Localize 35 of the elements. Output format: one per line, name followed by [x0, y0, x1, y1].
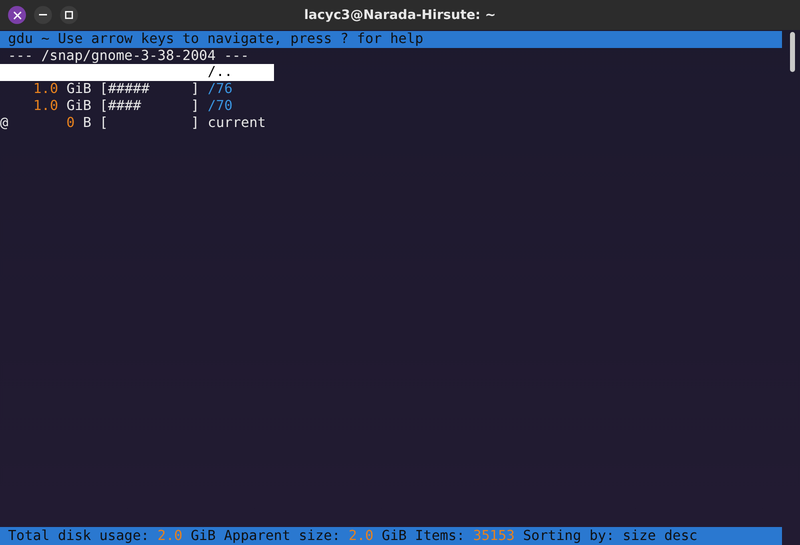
maximize-button[interactable] — [60, 6, 78, 24]
entry-name: /.. — [208, 64, 233, 82]
window-title: lacyc3@Narada-Hirsute: ~ — [304, 8, 496, 22]
minimize-button[interactable] — [34, 6, 52, 24]
file-row[interactable]: 1.0 GiB [##### ] /76 — [0, 81, 274, 98]
status-label: Sorting by: size desc — [523, 528, 698, 544]
file-row[interactable]: 1.0 GiB [#### ] /70 — [0, 98, 274, 115]
size-value: 1.0 — [33, 81, 58, 98]
close-button[interactable] — [8, 6, 26, 24]
scrollbar[interactable] — [790, 32, 795, 72]
file-row[interactable]: /.. — [0, 64, 274, 82]
entry-name: /70 — [208, 98, 233, 115]
size-unit: B — [82, 114, 92, 132]
usage-bar-text: [ ] — [100, 114, 200, 131]
status-label: GiB Apparent size: — [190, 528, 340, 544]
status-value: 2.0 — [348, 528, 374, 544]
close-icon — [12, 10, 22, 20]
current-path: --- /snap/gnome-3-38-2004 --- — [8, 48, 249, 64]
file-row[interactable]: @ 0 B [ ] current — [0, 114, 274, 132]
size-value: 1.0 — [33, 98, 58, 115]
size-unit: GiB — [65, 81, 92, 98]
status-value: 35153 — [473, 528, 515, 544]
usage-bar-text: [#### ] — [100, 98, 200, 114]
size-value: 0 — [66, 114, 75, 132]
entry-name: /76 — [208, 81, 233, 98]
size-unit: GiB — [65, 98, 92, 115]
minimize-icon — [39, 14, 47, 16]
status-value: 2.0 — [158, 528, 182, 544]
status-label: GiB Items: — [382, 528, 465, 544]
status-label: Total disk usage: — [8, 528, 150, 544]
help-header: gdu ~ Use arrow keys to navigate, press ? for help — [0, 31, 782, 48]
usage-bar-text: [##### ] — [100, 81, 200, 98]
flag-mark: @ — [0, 114, 8, 131]
entry-name: current — [208, 114, 266, 132]
maximize-icon — [65, 11, 73, 19]
